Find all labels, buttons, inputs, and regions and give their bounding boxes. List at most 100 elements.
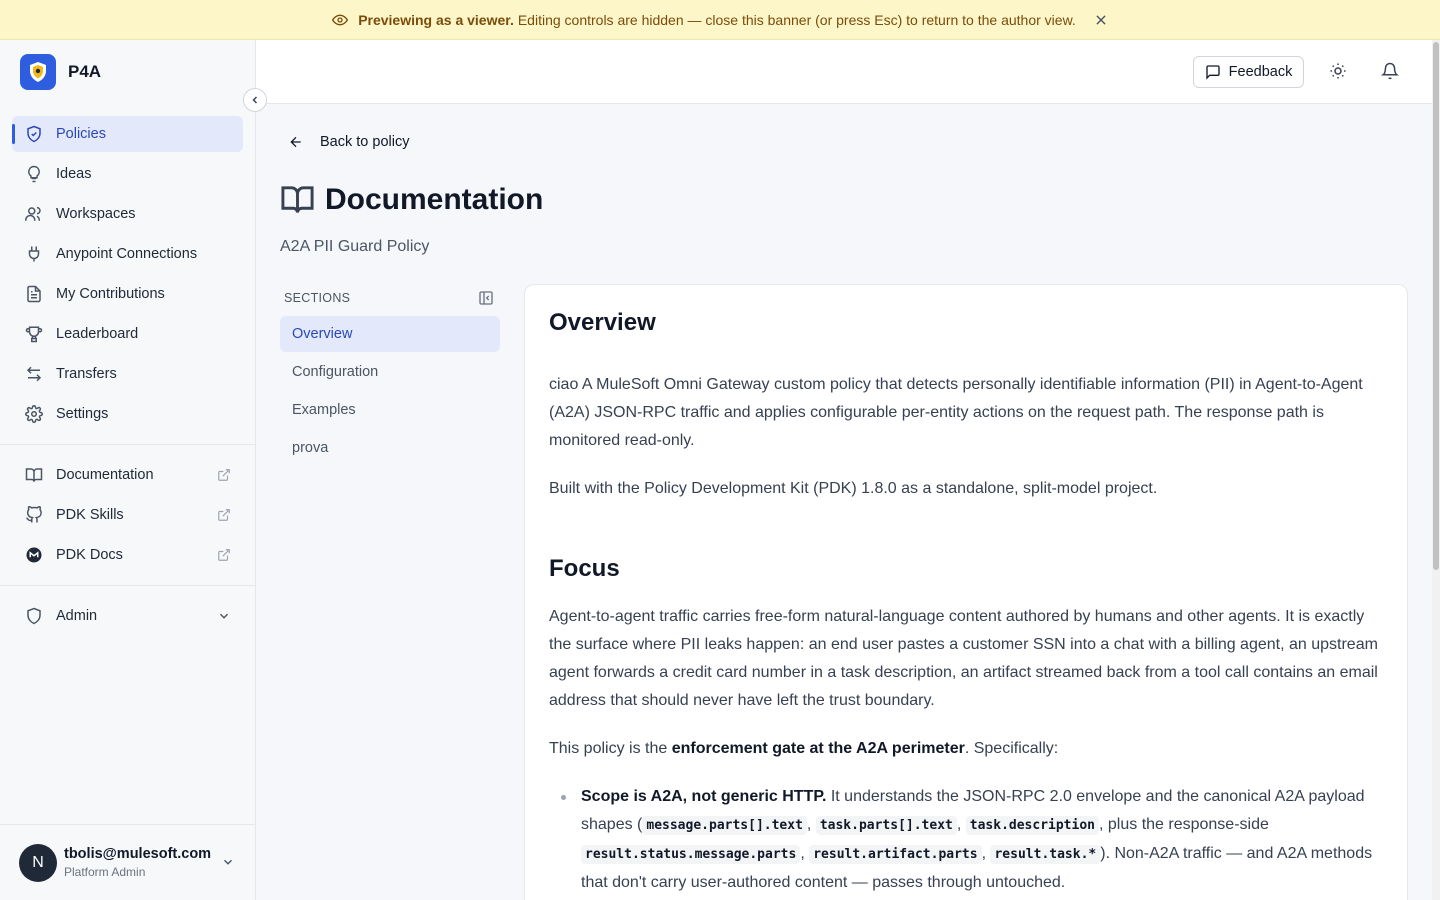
link-label: PDK Skills xyxy=(56,507,124,523)
sidebar-divider xyxy=(0,444,255,445)
code-snippet: result.status.message.parts xyxy=(581,845,801,864)
sidebar: P4A Policies Ideas Workspaces Anypoint C… xyxy=(0,40,256,900)
bell-icon[interactable] xyxy=(1381,62,1399,80)
external-link-icon xyxy=(217,508,231,522)
main-nav: Policies Ideas Workspaces Anypoint Conne… xyxy=(12,116,243,436)
feedback-label: Feedback xyxy=(1228,64,1293,80)
link-documentation[interactable]: Documentation xyxy=(12,457,243,493)
nav-item-my-contributions[interactable]: My Contributions xyxy=(12,276,243,312)
code-snippet: message.parts[].text xyxy=(642,816,807,835)
scrollbar-thumb[interactable] xyxy=(1433,42,1439,570)
panel-collapse-icon[interactable] xyxy=(478,290,494,306)
shield-icon xyxy=(24,606,44,626)
code-snippet: task.description xyxy=(965,816,1099,835)
banner-text: Editing controls are hidden — close this… xyxy=(517,11,1076,28)
nav-item-ideas[interactable]: Ideas xyxy=(12,156,243,192)
feedback-button[interactable]: Feedback xyxy=(1193,56,1304,88)
gear-icon xyxy=(24,404,44,424)
arrow-left-icon xyxy=(288,134,320,150)
text-run: . Specifically: xyxy=(964,740,1059,757)
focus-heading: Focus xyxy=(549,555,620,582)
nav-item-transfers[interactable]: Transfers xyxy=(12,356,243,392)
code-snippet: result.artifact.parts xyxy=(809,845,982,864)
banner-bold-text: Previewing as a viewer. xyxy=(358,11,514,28)
overview-paragraph: ciao A MuleSoft Omni Gateway custom poli… xyxy=(549,376,1363,449)
sections-header: SECTIONS xyxy=(280,286,500,310)
chevron-left-icon xyxy=(249,94,261,106)
nav-label: My Contributions xyxy=(56,286,165,302)
message-square-icon xyxy=(1205,64,1229,80)
nav-label: Leaderboard xyxy=(56,326,139,342)
nav-label: Policies xyxy=(56,126,106,142)
sun-icon[interactable] xyxy=(1329,62,1347,80)
plug-icon xyxy=(24,244,44,264)
documentation-content: Overview ciao A MuleSoft Omni Gateway cu… xyxy=(524,284,1408,900)
nav-label: Settings xyxy=(56,406,109,422)
collapse-sidebar-button[interactable] xyxy=(243,88,267,112)
user-email: tbolis@mulesoft.com xyxy=(64,846,212,862)
code-snippet: result.task.* xyxy=(990,845,1101,864)
brand[interactable]: P4A xyxy=(20,54,101,90)
nav-label: Anypoint Connections xyxy=(56,246,198,262)
focus-list: Scope is A2A, not generic HTTP. It under… xyxy=(549,783,1383,897)
arrows-left-right-icon xyxy=(24,364,44,384)
link-pdk-skills[interactable]: PDK Skills xyxy=(12,497,243,533)
shield-check-icon xyxy=(24,124,44,144)
nav-item-settings[interactable]: Settings xyxy=(12,396,243,432)
close-banner-icon[interactable] xyxy=(1094,13,1108,27)
chevron-down-icon xyxy=(221,855,235,869)
section-examples[interactable]: Examples xyxy=(280,392,500,428)
book-icon xyxy=(24,465,44,485)
eye-icon xyxy=(332,12,349,28)
page-subtitle: A2A PII Guard Policy xyxy=(280,238,430,255)
link-label: Documentation xyxy=(56,467,154,483)
nav-label: Transfers xyxy=(56,366,117,382)
chevron-down-icon xyxy=(217,609,231,623)
page-scrollbar[interactable] xyxy=(1432,40,1440,900)
section-configuration[interactable]: Configuration xyxy=(280,354,500,390)
page-title: Documentation xyxy=(280,182,543,217)
overview-heading: Overview xyxy=(549,309,656,336)
link-pdk-docs[interactable]: PDK Docs xyxy=(12,537,243,573)
section-prova[interactable]: prova xyxy=(280,430,500,466)
text-run: , plus the response-side xyxy=(1099,816,1269,833)
back-label: Back to policy xyxy=(320,134,410,150)
nav-label: Ideas xyxy=(56,166,92,182)
section-overview[interactable]: Overview xyxy=(280,316,500,352)
nav-item-admin[interactable]: Admin xyxy=(12,598,243,634)
text-run: This policy is the xyxy=(549,740,672,757)
page-title-text: Documentation xyxy=(325,182,544,216)
sections-nav: SECTIONS Overview Configuration Examples… xyxy=(280,286,500,466)
nav-item-policies[interactable]: Policies xyxy=(12,116,243,152)
app-name: P4A xyxy=(68,62,102,81)
external-link-icon xyxy=(217,468,231,482)
avatar: N xyxy=(19,843,57,882)
focus-paragraph: This policy is the enforcement gate at t… xyxy=(549,735,1383,763)
top-header: Feedback xyxy=(256,40,1432,104)
nav-item-anypoint-connections[interactable]: Anypoint Connections xyxy=(12,236,243,272)
github-icon xyxy=(24,505,44,525)
sections-list: Overview Configuration Examples prova xyxy=(280,316,500,466)
nav-item-workspaces[interactable]: Workspaces xyxy=(12,196,243,232)
bold-text: Scope is A2A, not generic HTTP. xyxy=(581,788,827,805)
sections-heading: SECTIONS xyxy=(284,291,351,305)
overview-paragraph: Built with the Policy Development Kit (P… xyxy=(549,480,1158,497)
users-icon xyxy=(24,204,44,224)
admin-section: Admin xyxy=(12,598,243,638)
book-open-icon xyxy=(280,182,315,217)
nav-item-leaderboard[interactable]: Leaderboard xyxy=(12,316,243,352)
user-info: tbolis@mulesoft.com Platform Admin xyxy=(64,846,211,879)
code-snippet: task.parts[].text xyxy=(815,816,957,835)
nav-label: Admin xyxy=(56,608,98,624)
external-links: Documentation PDK Skills PDK Docs xyxy=(12,457,243,577)
text-run: , xyxy=(806,816,816,833)
user-menu[interactable]: N tbolis@mulesoft.com Platform Admin xyxy=(0,824,255,900)
text-run: , xyxy=(956,816,966,833)
lightbulb-icon xyxy=(24,164,44,184)
focus-paragraph: Agent-to-agent traffic carries free-form… xyxy=(549,608,1378,709)
back-to-policy-link[interactable]: Back to policy xyxy=(288,134,409,150)
user-role: Platform Admin xyxy=(64,865,146,879)
mulesoft-icon xyxy=(24,545,44,565)
list-item: Scope is A2A, not generic HTTP. It under… xyxy=(561,783,1383,897)
bold-text: enforcement gate at the A2A perimeter xyxy=(671,740,965,757)
